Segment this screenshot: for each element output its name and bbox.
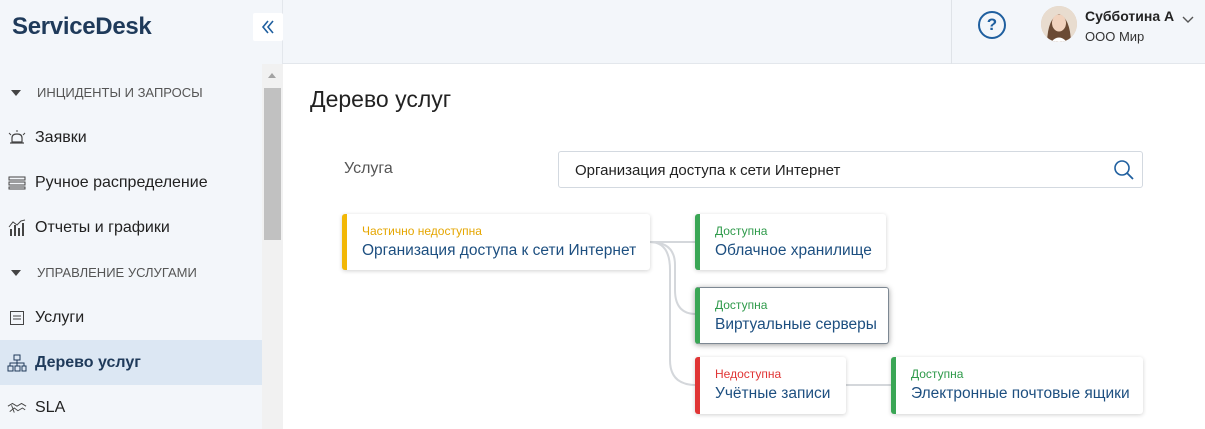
tree-node-mailboxes[interactable]: Доступна Электронные почтовые ящики — [891, 357, 1143, 414]
node-name: Электронные почтовые ящики — [911, 385, 1130, 402]
tree-node-virtual-servers[interactable]: Доступна Виртуальные серверы — [695, 287, 889, 344]
header-divider — [951, 0, 952, 64]
node-status: Доступна — [715, 298, 768, 312]
nav-group-label: ИНЦИДЕНТЫ И ЗАПРОСЫ — [37, 85, 203, 100]
node-name: Организация доступа к сети Интернет — [362, 242, 637, 259]
logo-bar: ServiceDesk — [0, 0, 283, 64]
sidebar-scrollbar[interactable] — [262, 64, 283, 429]
nav-group-incidents[interactable]: ИНЦИДЕНТЫ И ЗАПРОСЫ — [0, 70, 262, 115]
chevron-down-icon[interactable] — [1182, 11, 1194, 29]
tree-icon — [7, 353, 27, 373]
node-status: Частично недоступна — [362, 224, 482, 238]
handshake-icon — [7, 398, 27, 418]
tree-node-root[interactable]: Частично недоступна Организация доступа … — [342, 214, 650, 270]
tree-node-accounts[interactable]: Недоступна Учётные записи — [695, 357, 846, 414]
sidebar-item-label: Услуги — [35, 308, 85, 326]
sidebar-item-label: SLA — [35, 398, 66, 416]
double-chevron-left-icon — [261, 20, 274, 34]
help-button[interactable]: ? — [978, 11, 1006, 39]
tree-node-cloud-storage[interactable]: Доступна Облачное хранилище — [695, 214, 886, 270]
sidebar-item-service-tree[interactable]: Дерево услуг — [0, 340, 262, 385]
sidebar-nav: ИНЦИДЕНТЫ И ЗАПРОСЫ Заявки Ручное распре… — [0, 70, 262, 429]
nav-group-label: УПРАВЛЕНИЕ УСЛУГАМИ — [37, 265, 197, 280]
app-logo[interactable]: ServiceDesk — [12, 13, 152, 41]
node-status: Доступна — [911, 367, 964, 381]
sidebar-item-label: Ручное распределение — [35, 173, 208, 191]
caret-down-icon — [11, 269, 21, 276]
sidebar-item-label: Дерево услуг — [35, 353, 141, 371]
scroll-thumb[interactable] — [264, 88, 281, 240]
avatar[interactable] — [1041, 6, 1077, 42]
sidebar-item-label: Заявки — [35, 128, 87, 146]
node-status: Доступна — [715, 224, 768, 238]
bell-icon — [7, 128, 27, 148]
user-name[interactable]: Субботина А — [1085, 8, 1174, 24]
collapse-sidebar-button[interactable] — [253, 13, 283, 41]
sidebar-item-reports[interactable]: Отчеты и графики — [0, 205, 262, 250]
sidebar-item-services[interactable]: Услуги — [0, 295, 262, 340]
sidebar-item-sla[interactable]: SLA — [0, 385, 262, 429]
search-icon[interactable] — [1113, 159, 1135, 186]
chart-icon — [7, 218, 27, 238]
user-org: ООО Мир — [1085, 29, 1145, 44]
service-field-label: Услуга — [344, 160, 393, 177]
node-status: Недоступна — [715, 367, 782, 381]
sidebar-item-requests[interactable]: Заявки — [0, 115, 262, 160]
list-icon — [7, 173, 27, 193]
page-title: Дерево услуг — [310, 86, 452, 112]
nav-group-service-management[interactable]: УПРАВЛЕНИЕ УСЛУГАМИ — [0, 250, 262, 295]
sidebar-item-label: Отчеты и графики — [35, 218, 170, 236]
top-header: ? Субботина А ООО Мир — [283, 0, 1205, 64]
scroll-up-arrow-icon[interactable] — [268, 73, 276, 78]
service-search-input[interactable]: Организация доступа к сети Интернет — [558, 151, 1143, 188]
caret-down-icon — [11, 89, 21, 96]
node-name: Облачное хранилище — [715, 242, 872, 259]
node-name: Виртуальные серверы — [715, 316, 877, 333]
document-icon — [7, 308, 27, 328]
service-search-value: Организация доступа к сети Интернет — [575, 162, 841, 179]
sidebar: ServiceDesk ИНЦИДЕНТЫ И ЗАПРОСЫ Заявки Р… — [0, 0, 283, 429]
sidebar-item-manual-distribution[interactable]: Ручное распределение — [0, 160, 262, 205]
node-name: Учётные записи — [715, 385, 831, 402]
